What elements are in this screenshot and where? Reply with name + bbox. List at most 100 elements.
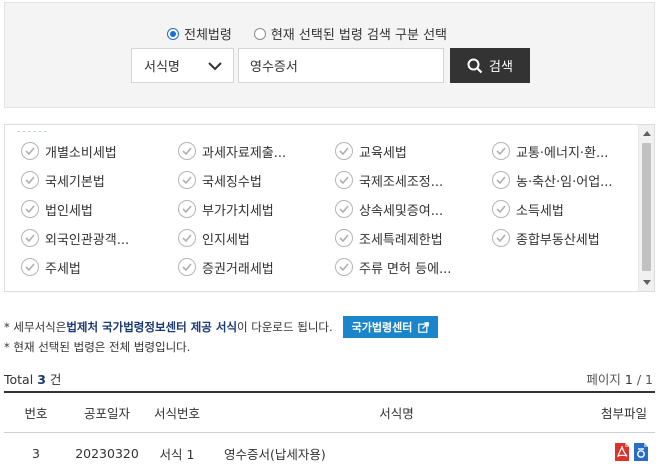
notice-prefix: * 세무서식은 [4, 320, 67, 334]
law-category-label: 법인세법 [45, 203, 93, 219]
law-category-label: 교통·에너지·환... [516, 145, 609, 161]
radio-all-laws[interactable]: 전체법령 [167, 24, 232, 43]
total-count: 3 [37, 372, 46, 387]
check-circle-icon[interactable] [178, 171, 196, 189]
law-category-item[interactable]: 종합부동산세법 [492, 228, 649, 248]
radio-selected-laws[interactable]: 현재 선택된 법령 검색 구분 선택 [253, 24, 447, 43]
check-circle-icon[interactable] [335, 171, 353, 189]
check-circle-icon[interactable] [492, 142, 510, 160]
search-field-select-value: 서식명 [144, 60, 180, 75]
check-circle-icon[interactable] [492, 200, 510, 218]
law-category-item[interactable]: 인지세법 [178, 228, 335, 248]
law-category-item[interactable]: 농·축산·임·어업... [492, 170, 649, 190]
law-category-item[interactable]: 교통·에너지·환... [492, 141, 649, 161]
check-circle-icon[interactable] [335, 229, 353, 247]
panel-corner-decoration [17, 131, 47, 137]
check-circle-icon[interactable] [335, 200, 353, 218]
search-box: 전체법령 현재 선택된 법령 검색 구분 선택 서식명 검색 [4, 2, 655, 108]
law-category-label: 개별소비세법 [45, 145, 117, 161]
radio-all-laws-button[interactable] [167, 27, 179, 40]
page-indicator: 페이지 1 / 1 [586, 369, 653, 388]
national-law-center-button[interactable]: 국가법령센터 [342, 316, 439, 338]
law-category-item[interactable]: 과세자료제출... [178, 141, 335, 161]
check-circle-icon[interactable] [178, 200, 196, 218]
row-number: 3 [32, 445, 40, 461]
law-category-item[interactable]: 교육세법 [335, 141, 492, 161]
header-date: 공포일자 [83, 405, 130, 421]
chevron-down-icon [208, 62, 222, 71]
law-category-item[interactable]: 외국인관광객... [21, 228, 178, 248]
scroll-up-arrow-icon[interactable] [643, 131, 651, 136]
header-form-name: 서식명 [379, 405, 414, 421]
check-circle-icon[interactable] [21, 142, 39, 160]
check-circle-icon[interactable] [21, 229, 39, 247]
law-category-item[interactable]: 법인세법 [21, 199, 178, 219]
law-category-item[interactable]: 주세법 [21, 257, 178, 277]
row-form-name[interactable]: 영수증서(납세자용) [208, 432, 585, 472]
row-date: 20230320 [75, 445, 139, 461]
pdf-file-icon[interactable] [614, 442, 630, 462]
search-button[interactable]: 검색 [450, 48, 530, 83]
law-category-item[interactable]: 개별소비세법 [21, 141, 178, 161]
table-row: 3 20230320 서식 1 영수증서(납세자용) [4, 432, 655, 472]
law-category-item[interactable]: 상속세및증여... [335, 199, 492, 219]
law-category-item[interactable]: 증권거래세법 [178, 257, 335, 277]
search-field-select[interactable]: 서식명 [131, 48, 234, 83]
check-circle-icon[interactable] [21, 258, 39, 276]
law-category-label: 외국인관광객... [45, 232, 130, 248]
national-law-center-label: 국가법령센터 [351, 321, 413, 334]
table-header-row: 번호 공포일자 서식번호 서식명 첨부파일 [4, 392, 655, 432]
page-current: 1 [624, 372, 633, 387]
search-input[interactable] [238, 48, 444, 83]
result-total: Total 3 건 [4, 369, 61, 388]
scroll-down-arrow-icon[interactable] [643, 280, 651, 285]
search-icon [467, 58, 483, 73]
law-category-label: 인지세법 [202, 232, 250, 248]
law-category-label: 주세법 [45, 261, 81, 277]
header-number: 번호 [24, 405, 48, 421]
check-circle-icon[interactable] [21, 171, 39, 189]
law-category-label: 과세자료제출... [202, 145, 287, 161]
page-separator: / [636, 372, 642, 387]
law-category-label: 국세징수법 [202, 174, 262, 190]
page-total: 1 [645, 372, 653, 387]
law-category-item[interactable]: 소득세법 [492, 199, 649, 219]
check-circle-icon[interactable] [335, 258, 353, 276]
header-attachment: 첨부파일 [600, 405, 647, 421]
law-category-item[interactable]: 국세기본법 [21, 170, 178, 190]
law-category-label: 조세특례제한법 [359, 232, 443, 248]
check-circle-icon[interactable] [21, 200, 39, 218]
law-category-item[interactable]: 국제조세조정... [335, 170, 492, 190]
law-category-label: 농·축산·임·어업... [516, 174, 613, 190]
search-button-label: 검색 [489, 60, 513, 75]
check-circle-icon[interactable] [492, 171, 510, 189]
total-label: Total [4, 372, 34, 387]
check-circle-icon[interactable] [335, 142, 353, 160]
header-form-number: 서식번호 [153, 405, 200, 421]
check-circle-icon[interactable] [178, 258, 196, 276]
law-category-item[interactable]: 부가가치세법 [178, 199, 335, 219]
law-category-grid: 개별소비세법 과세자료제출... 교육세법 교통·에너지·환... 국세기본법 국세징수법… [21, 141, 621, 277]
law-category-label: 종합부동산세법 [516, 232, 600, 248]
radio-selected-laws-button[interactable] [253, 27, 266, 40]
law-category-item[interactable]: 주류 면허 등에... [335, 257, 492, 277]
scroll-thumb[interactable] [642, 143, 651, 271]
category-scrollbar[interactable] [638, 125, 654, 291]
check-circle-icon[interactable] [178, 142, 196, 160]
page-label: 페이지 [586, 372, 621, 387]
law-category-label: 증권거래세법 [202, 261, 274, 277]
notice-bold-text: 법제처 국가법령정보센터 제공 서식 [66, 320, 238, 334]
notice-suffix: 이 다운로드 됩니다. [237, 320, 333, 334]
law-category-item[interactable]: 국세징수법 [178, 170, 335, 190]
law-category-item[interactable]: 조세특례제한법 [335, 228, 492, 248]
row-form-number: 서식 1 [159, 446, 195, 462]
selected-law-notice: * 현재 선택된 법령은 전체 법령입니다. [4, 340, 191, 354]
law-category-label: 상속세및증여... [359, 203, 444, 219]
check-circle-icon[interactable] [492, 229, 510, 247]
results-table: 번호 공포일자 서식번호 서식명 첨부파일 3 20230320 서식 1 영수… [4, 391, 655, 472]
download-notice: * 세무서식은 법제처 국가법령정보센터 제공 서식 이 다운로드 됩니다. 국가… [4, 316, 439, 338]
radio-selected-laws-label: 현재 선택된 법령 검색 구분 선택 [270, 28, 447, 43]
check-circle-icon[interactable] [178, 229, 196, 247]
hwp-file-icon[interactable] [633, 442, 649, 462]
external-link-icon [418, 321, 430, 333]
